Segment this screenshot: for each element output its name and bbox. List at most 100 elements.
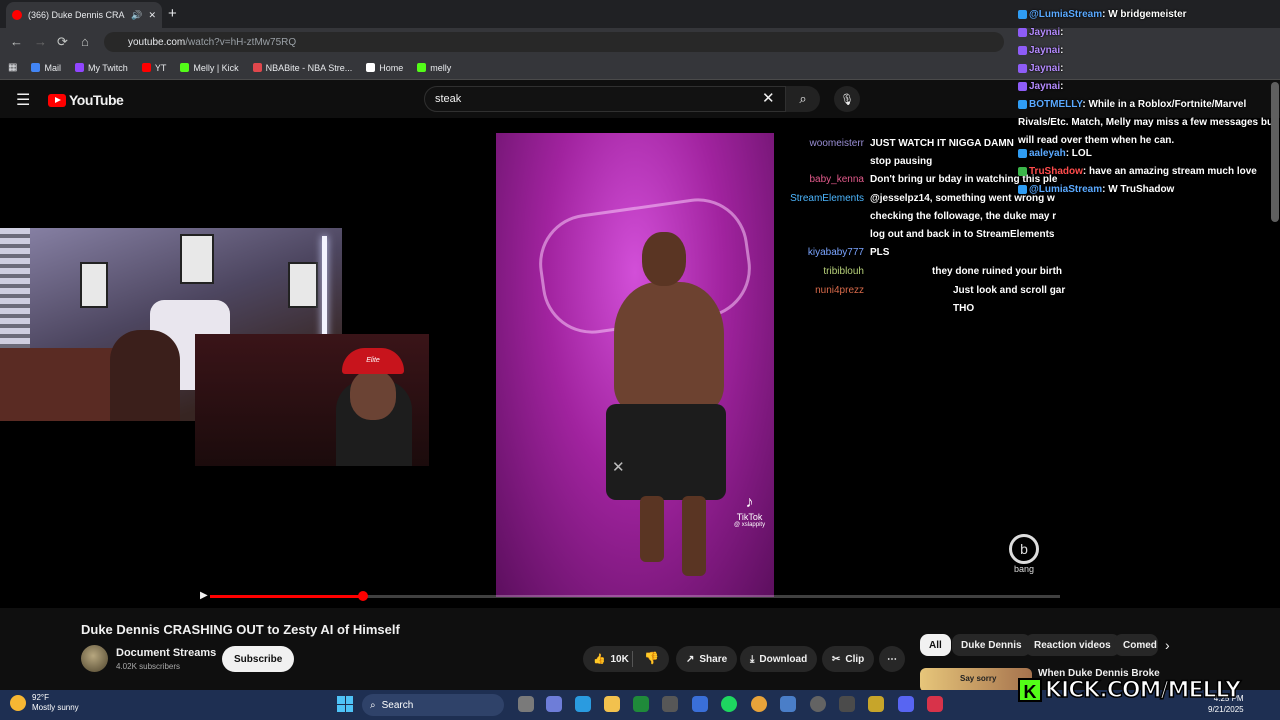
stream-chat-text: : — [1060, 81, 1064, 92]
dancer-head — [642, 232, 686, 286]
chip-all[interactable]: All — [920, 634, 951, 656]
chevron-right-icon[interactable]: › — [1165, 637, 1170, 653]
stream-chat-message: BOTMELLY: While in a Roblox/Fortnite/Mar… — [1018, 99, 1246, 110]
home-icon[interactable]: ⌂ — [81, 34, 89, 49]
video-chat-text: THO — [953, 303, 975, 314]
like-button[interactable]: 👍 10K — [593, 654, 629, 665]
play-icon[interactable]: ▶ — [200, 590, 208, 601]
audio-icon[interactable]: 🔊 — [131, 10, 142, 21]
discord-icon[interactable] — [898, 696, 914, 712]
bang-logo-icon: b — [1009, 534, 1039, 564]
bookmark-home[interactable]: Home — [366, 63, 403, 73]
subscriber-count: 4.02K subscribers — [116, 662, 181, 671]
search-button[interactable]: ⌕ — [786, 86, 820, 112]
more-actions-button[interactable]: ⋯ — [879, 646, 905, 672]
bookmark-my-twitch[interactable]: My Twitch — [74, 63, 128, 73]
stream-chat-username: BOTMELLY — [1029, 99, 1083, 110]
xbox-icon[interactable] — [633, 696, 649, 712]
stream-chat-text: : W bridgemeister — [1102, 9, 1187, 20]
youtube-icon — [141, 63, 151, 72]
dancer-leg — [640, 496, 664, 562]
voice-search-icon[interactable]: 🎙 — [834, 86, 860, 112]
video-chat-text: JUST WATCH IT NIGGA DAMN — [870, 138, 1014, 149]
chat-badge-icon — [1018, 184, 1027, 194]
stream-chat-text: will read over them when he can. — [1018, 135, 1175, 146]
kick-icon — [180, 63, 190, 72]
apps-icon[interactable]: ▦ — [8, 62, 17, 73]
progress-scrubber[interactable] — [358, 591, 368, 601]
edge-icon[interactable] — [575, 696, 591, 712]
stream-chat-username: Jaynai — [1029, 27, 1061, 38]
reload-icon[interactable]: ⟳ — [57, 34, 68, 50]
bookmark-yt[interactable]: YT — [141, 63, 166, 73]
bookmarks-bar: ▦ Mail My Twitch YT Melly | Kick NBABite… — [0, 56, 1280, 80]
bang-logo: b bang — [996, 534, 1052, 588]
thumbs-down-icon[interactable]: 👎 — [644, 651, 659, 665]
chip-reaction-videos[interactable]: Reaction videos — [1025, 634, 1120, 656]
download-icon: ⤓ — [750, 653, 755, 665]
share-icon: ↗ — [686, 653, 695, 665]
video-title: Duke Dennis CRASHING OUT to Zesty AI of … — [81, 622, 400, 637]
stream-chat-username: Jaynai — [1029, 63, 1061, 74]
twitch-icon — [74, 63, 84, 72]
stream-chat-message: Rivals/Etc. Match, Melly may miss a few … — [1018, 117, 1276, 128]
stream-chat-message: Jaynai: — [1018, 27, 1063, 38]
melly-icon — [417, 63, 427, 72]
bookmark-mail[interactable]: Mail — [31, 63, 61, 73]
stream-chat-message: will read over them when he can. — [1018, 135, 1174, 146]
app-icon[interactable] — [780, 696, 796, 712]
clear-search-icon[interactable]: ✕ — [762, 89, 775, 107]
chip-duke-dennis[interactable]: Duke Dennis — [952, 634, 1031, 656]
subscribe-button[interactable]: Subscribe — [222, 646, 295, 672]
channel-avatar[interactable] — [81, 645, 108, 672]
chat-badge-icon — [1018, 63, 1027, 73]
tiktok-icon: ♪ — [745, 494, 754, 511]
channel-name[interactable]: Document Streams — [116, 647, 216, 659]
clip-button[interactable]: ✂ Clip — [822, 646, 875, 672]
new-tab-button[interactable]: + — [168, 5, 177, 22]
chip-comedy[interactable]: Comed — [1114, 634, 1158, 656]
stream-chat-username: @LumiaStream — [1029, 184, 1103, 195]
bookmark-nbabite[interactable]: NBABite - NBA Stre... — [252, 63, 352, 73]
page-scrollbar[interactable] — [1271, 82, 1279, 222]
app-icon[interactable] — [662, 696, 678, 712]
forward-icon[interactable]: → — [34, 34, 47, 49]
production-watermark-icon: ✕ — [612, 459, 625, 476]
app-icon[interactable] — [868, 696, 884, 712]
spotify-icon[interactable] — [721, 696, 737, 712]
video-chat-username: tribiblouh — [823, 266, 864, 277]
start-icon[interactable] — [337, 696, 353, 712]
like-divider — [632, 651, 633, 667]
menu-icon[interactable]: ☰ — [16, 90, 30, 110]
back-icon[interactable]: ← — [10, 34, 23, 49]
stream-chat-message: aaleyah: LOL — [1018, 148, 1092, 159]
chrome-icon[interactable] — [751, 696, 767, 712]
stream-chat-username: aaleyah — [1029, 148, 1066, 159]
file-explorer-icon[interactable] — [604, 696, 620, 712]
tiktok-watermark: ♪ TikTok @ xslappity — [734, 494, 766, 528]
thumbs-up-icon: 👍 — [593, 653, 606, 665]
tab-youtube[interactable]: (366) Duke Dennis CRASHI 🔊 ✕ — [6, 2, 162, 28]
task-view-icon[interactable] — [518, 696, 534, 712]
taskbar-search[interactable]: ⌕ Search — [362, 694, 504, 716]
close-tab-icon[interactable]: ✕ — [148, 10, 156, 21]
app-icon[interactable] — [839, 696, 855, 712]
copilot-icon[interactable] — [546, 696, 562, 712]
stream-chat-text: : LOL — [1065, 148, 1092, 159]
led-light — [322, 236, 327, 346]
download-button[interactable]: ⤓ Download — [740, 646, 818, 672]
bookmark-melly[interactable]: melly — [417, 63, 451, 73]
search-input[interactable]: steak — [424, 86, 786, 112]
recommended-thumbnail[interactable]: Say sorry — [920, 668, 1032, 692]
address-bar[interactable]: youtube.com/watch?v=hH-ztMw75RQ — [104, 32, 1004, 52]
youtube-logo[interactable]: YouTube — [48, 92, 124, 108]
bookmark-melly-kick[interactable]: Melly | Kick — [180, 63, 239, 73]
weather-widget[interactable]: 92°F Mostly sunny — [10, 693, 79, 713]
chat-badge-icon — [1018, 45, 1027, 55]
media-icon[interactable] — [810, 696, 826, 712]
app-icon[interactable] — [927, 696, 943, 712]
stream-chat-message: @LumiaStream: W TruShadow — [1018, 184, 1174, 195]
search-icon: ⌕ — [370, 699, 376, 711]
share-button[interactable]: ↗ Share — [676, 646, 738, 672]
store-icon[interactable] — [692, 696, 708, 712]
